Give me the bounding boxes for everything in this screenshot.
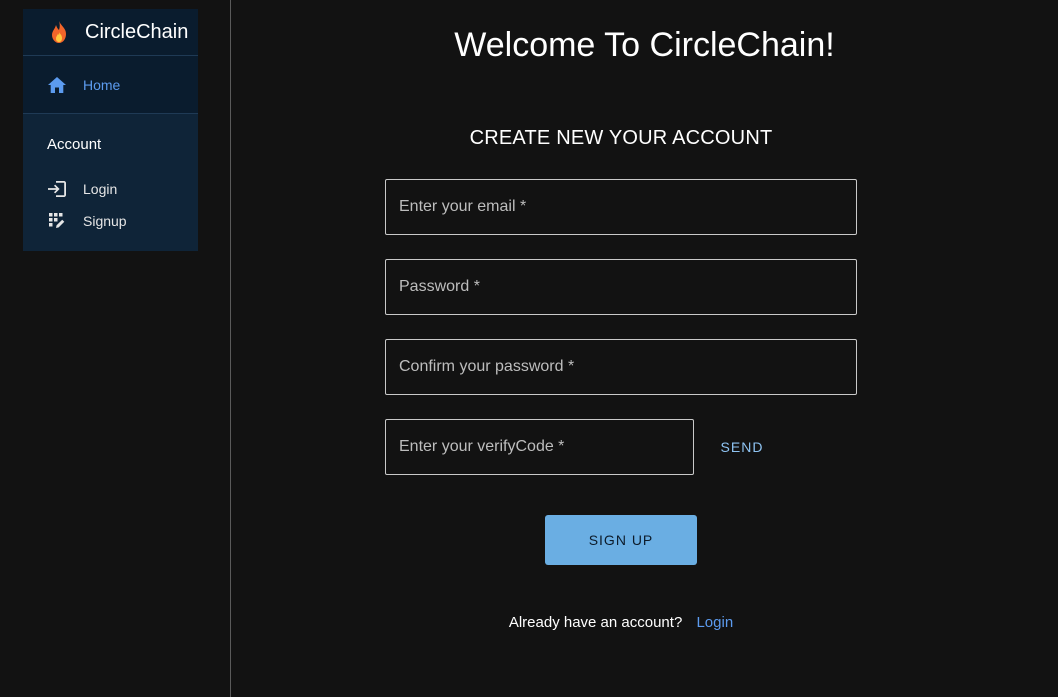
login-link[interactable]: Login	[696, 614, 733, 631]
brand-title: CircleChain	[85, 20, 189, 43]
password-field-label: Password *	[399, 278, 480, 295]
app-root: CircleChain Home Account Login Signup We…	[0, 0, 1058, 697]
fire-icon	[47, 20, 71, 44]
sidebar-item-home-label: Home	[83, 76, 121, 93]
page-title: Welcome To CircleChain!	[454, 26, 835, 64]
sidebar-divider	[230, 0, 231, 697]
sidebar-item-home[interactable]: Home	[23, 56, 198, 114]
sidebar-item-signup[interactable]: Signup	[23, 205, 198, 237]
login-prompt: Already have an account? Login	[385, 614, 857, 631]
email-field-label: Enter your email *	[399, 198, 527, 215]
home-icon	[47, 75, 67, 95]
sidebar: CircleChain Home Account Login Signup	[23, 9, 198, 251]
signup-icon	[47, 211, 67, 231]
sidebar-item-login[interactable]: Login	[23, 173, 198, 205]
sign-up-button[interactable]: SIGN UP	[545, 515, 697, 565]
login-prompt-text: Already have an account?	[508, 614, 683, 631]
password-field[interactable]: Password *	[385, 259, 857, 315]
form-title: CREATE NEW YOUR ACCOUNT	[469, 127, 773, 149]
email-field[interactable]: Enter your email *	[385, 179, 857, 235]
confirm-password-field-label: Confirm your password *	[399, 358, 575, 375]
confirm-password-field[interactable]: Confirm your password *	[385, 339, 857, 395]
send-code-button[interactable]: SEND	[710, 427, 774, 467]
login-icon	[47, 179, 67, 199]
sidebar-section-account: Account	[47, 136, 102, 153]
verify-code-field-label: Enter your verifyCode *	[399, 438, 565, 455]
sidebar-brand[interactable]: CircleChain	[23, 9, 198, 56]
sidebar-item-login-label: Login	[83, 181, 118, 197]
verify-code-field[interactable]: Enter your verifyCode *	[385, 419, 694, 475]
sidebar-item-signup-label: Signup	[83, 213, 127, 229]
